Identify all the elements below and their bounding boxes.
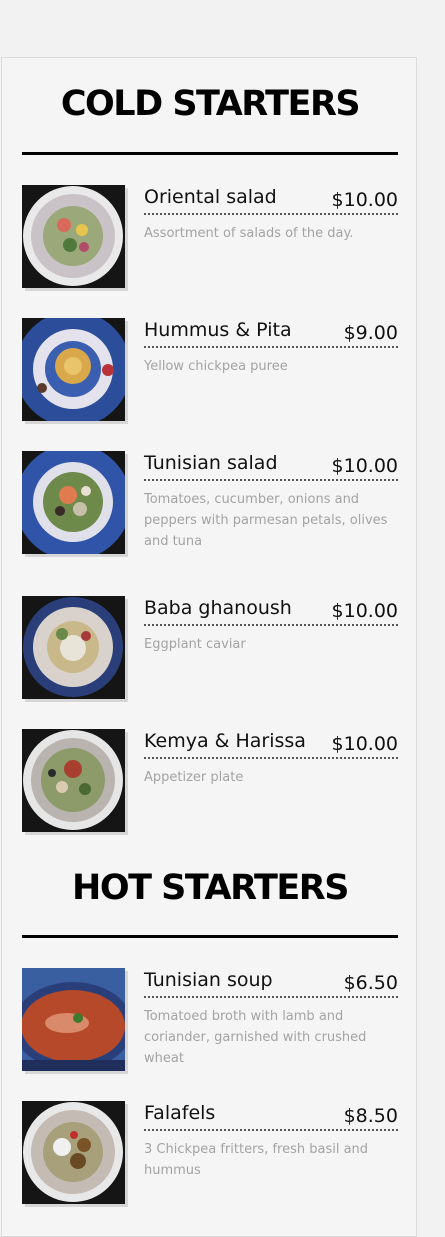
dish-photo — [22, 1101, 125, 1204]
section-title-cold-starters: COLD STARTERS — [60, 84, 361, 124]
menu-item[interactable]: Tunisian salad $10.00 Tomatoes, cucumber… — [22, 451, 398, 563]
dotted-leader — [144, 624, 398, 626]
dish-photo — [22, 596, 125, 699]
item-description: Assortment of salads of the day. — [144, 226, 354, 241]
section-divider — [22, 152, 398, 155]
item-description: Tomatoed broth with lamb and coriander, … — [144, 1009, 367, 1066]
item-name: Baba ghanoush — [144, 597, 292, 619]
dish-photo — [22, 968, 125, 1071]
section-title-hot-starters: HOT STARTERS — [72, 868, 349, 908]
menu-item[interactable]: Tunisian soup $6.50 Tomatoed broth with … — [22, 968, 398, 1080]
menu-item[interactable]: Baba ghanoush $10.00 Eggplant caviar — [22, 596, 398, 708]
dish-photo — [22, 318, 125, 421]
dotted-leader — [144, 757, 398, 759]
dotted-leader — [144, 996, 398, 998]
item-name: Tunisian soup — [144, 969, 273, 991]
dotted-leader — [144, 213, 398, 215]
item-price: $10.00 — [331, 455, 398, 477]
item-description: Yellow chickpea puree — [144, 359, 288, 374]
item-name: Tunisian salad — [144, 452, 278, 474]
item-description: Appetizer plate — [144, 770, 244, 785]
menu-item[interactable]: Hummus & Pita $9.00 Yellow chickpea pure… — [22, 318, 398, 430]
item-price: $10.00 — [331, 733, 398, 755]
item-name: Oriental salad — [144, 186, 277, 208]
item-name: Hummus & Pita — [144, 319, 292, 341]
dotted-leader — [144, 1129, 398, 1131]
item-description: 3 Chickpea fritters, fresh basil and hum… — [144, 1142, 369, 1178]
menu-item[interactable]: Falafels $8.50 3 Chickpea fritters, fres… — [22, 1101, 398, 1213]
section-divider — [22, 935, 398, 938]
item-name: Kemya & Harissa — [144, 730, 306, 752]
item-description: Tomatoes, cucumber, onions and peppers w… — [144, 492, 388, 549]
menu-item[interactable]: Kemya & Harissa $10.00 Appetizer plate — [22, 729, 398, 841]
item-price: $8.50 — [343, 1105, 398, 1127]
item-price: $9.00 — [343, 322, 398, 344]
item-name: Falafels — [144, 1102, 216, 1124]
dotted-leader — [144, 479, 398, 481]
item-price: $6.50 — [343, 972, 398, 994]
menu-item[interactable]: Oriental salad $10.00 Assortment of sala… — [22, 185, 398, 297]
dish-photo — [22, 185, 125, 288]
item-price: $10.00 — [331, 600, 398, 622]
menu-panel: COLD STARTERS Oriental salad $10.00 Asso… — [1, 57, 417, 1237]
item-description: Eggplant caviar — [144, 637, 246, 652]
dish-photo — [22, 451, 125, 554]
item-price: $10.00 — [331, 189, 398, 211]
dotted-leader — [144, 346, 398, 348]
dish-photo — [22, 729, 125, 832]
